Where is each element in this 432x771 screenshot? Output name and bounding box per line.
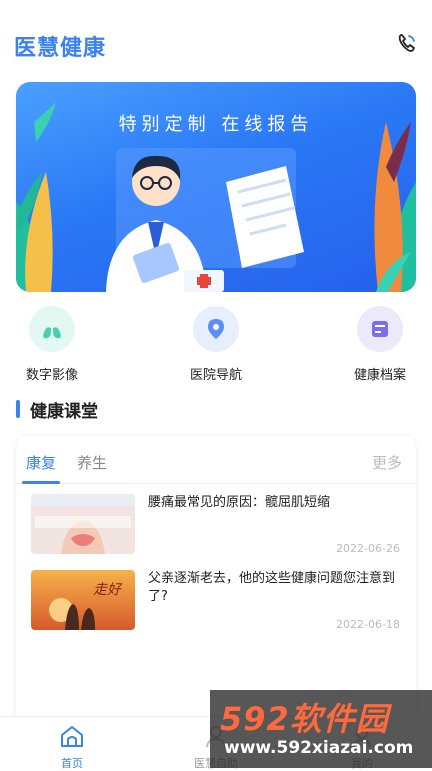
tab-wellness[interactable]: 养生 bbox=[77, 452, 107, 473]
course-tabs: 康复 养生 更多 bbox=[16, 436, 416, 484]
quick-label: 健康档案 bbox=[353, 368, 406, 383]
app-header: 医慧健康 bbox=[0, 0, 432, 82]
article-date: 2022-06-18 bbox=[336, 618, 400, 631]
quick-actions: 数字影像 医院导航 健康档案 bbox=[0, 302, 432, 383]
quick-item-health-records[interactable]: 健康档案 bbox=[330, 302, 430, 383]
tab-rehab[interactable]: 康复 bbox=[26, 452, 56, 473]
thumb-caption: 走好 bbox=[93, 582, 123, 598]
section-bar bbox=[16, 400, 20, 418]
lungs-icon bbox=[29, 306, 75, 352]
article-title: 父亲逐渐老去，他的这些健康问题您注意到了? bbox=[148, 571, 396, 604]
tabbar-item-home[interactable]: 首页 bbox=[32, 723, 112, 771]
quick-item-hospital-navigation[interactable]: 医院导航 bbox=[166, 302, 266, 383]
home-icon bbox=[61, 726, 83, 747]
section-title: 健康课堂 bbox=[16, 398, 98, 422]
article-title: 腰痛最常见的原因：髋屈肌短缩 bbox=[148, 495, 331, 510]
phone-icon[interactable] bbox=[396, 32, 418, 54]
health-class-card: 康复 养生 更多 腰痛最常见的原因：髋屈肌短缩 2022-06-26 走好 父亲… bbox=[16, 436, 416, 726]
active-tab-indicator bbox=[22, 481, 60, 484]
quick-label: 数字影像 bbox=[25, 368, 78, 383]
location-pin-icon bbox=[193, 306, 239, 352]
more-link[interactable]: 更多 bbox=[372, 452, 402, 473]
article-thumbnail bbox=[31, 494, 135, 554]
list-item[interactable]: 走好 父亲逐渐老去，他的这些健康问题您注意到了? 2022-06-18 bbox=[16, 570, 416, 644]
section-title-text: 健康课堂 bbox=[30, 401, 98, 422]
banner-title: 特别定制 在线报告 bbox=[118, 114, 314, 135]
watermark-url: www.592xiazai.com bbox=[224, 738, 414, 758]
list-item[interactable]: 腰痛最常见的原因：髋屈肌短缩 2022-06-26 bbox=[16, 494, 416, 568]
tabbar-label: 首页 bbox=[61, 757, 83, 770]
promo-banner[interactable]: 特别定制 在线报告 bbox=[16, 82, 416, 292]
quick-item-digital-imaging[interactable]: 数字影像 bbox=[2, 302, 102, 383]
watermark-brand: 592软件园 bbox=[220, 700, 389, 738]
article-date: 2022-06-26 bbox=[336, 542, 400, 555]
watermark: 592软件园 www.592xiazai.com bbox=[210, 690, 432, 768]
quick-label: 医院导航 bbox=[189, 368, 242, 383]
app-title: 医慧健康 bbox=[14, 36, 107, 61]
article-thumbnail: 走好 bbox=[31, 570, 135, 630]
records-icon bbox=[357, 306, 403, 352]
